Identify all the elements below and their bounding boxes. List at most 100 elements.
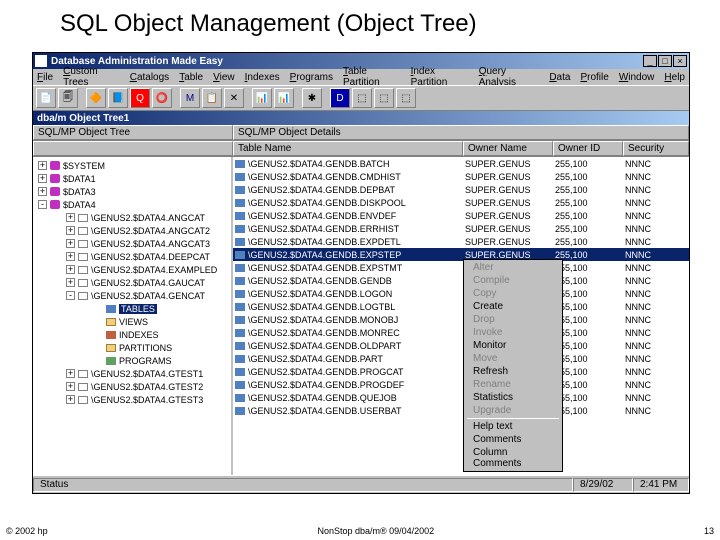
tree-node[interactable]: +\GENUS2.$DATA4.ANGCAT2 (33, 224, 231, 237)
table-row[interactable]: \GENUS2.$DATA4.GENDB.LOGTBL255,100NNNC (233, 300, 689, 313)
menu-help[interactable]: Help (664, 72, 685, 83)
table-row[interactable]: \GENUS2.$DATA4.GENDB.PROGDEF255,100NNNC (233, 378, 689, 391)
table-row[interactable]: \GENUS2.$DATA4.GENDB.QUEJOB255,100NNNC (233, 391, 689, 404)
table-row[interactable]: \GENUS2.$DATA4.GENDB.DEPBATSUPER.GENUS25… (233, 183, 689, 196)
tree-node[interactable]: +$SYSTEM (33, 159, 231, 172)
tree-node[interactable]: +\GENUS2.$DATA4.DEEPCAT (33, 250, 231, 263)
menu-item-refresh[interactable]: Refresh (465, 365, 561, 378)
tool-7[interactable]: M (180, 88, 200, 108)
tool-8[interactable]: 📋 (202, 88, 222, 108)
expand-icon[interactable]: + (66, 278, 75, 287)
expand-icon[interactable]: + (66, 239, 75, 248)
collapse-icon[interactable]: - (66, 291, 75, 300)
col-tablename[interactable]: Table Name (233, 141, 463, 156)
table-row[interactable]: \GENUS2.$DATA4.GENDB.ERRHISTSUPER.GENUS2… (233, 222, 689, 235)
expand-icon[interactable]: + (66, 382, 75, 391)
cell-id: 255,100 (553, 354, 623, 364)
menu-item-comments[interactable]: Comments (465, 433, 561, 446)
menu-table[interactable]: Table (179, 72, 203, 83)
tree-node[interactable]: +$DATA3 (33, 185, 231, 198)
tool-9[interactable]: ✕ (224, 88, 244, 108)
tree-node[interactable]: PROGRAMS (33, 354, 231, 367)
minimize-button[interactable]: _ (643, 55, 657, 67)
tool-1[interactable]: 📄 (36, 88, 56, 108)
tool-12[interactable]: ✱ (302, 88, 322, 108)
table-row[interactable]: \GENUS2.$DATA4.GENDB.OLDPART255,100NNNC (233, 339, 689, 352)
maximize-button[interactable]: □ (658, 55, 672, 67)
expand-icon[interactable]: + (66, 252, 75, 261)
table-row[interactable]: \GENUS2.$DATA4.GENDB.GENDB255,100NNNC (233, 274, 689, 287)
collapse-icon[interactable]: - (38, 200, 47, 209)
tool-14[interactable]: ⬚ (352, 88, 372, 108)
tool-13[interactable]: D (330, 88, 350, 108)
table-row[interactable]: \GENUS2.$DATA4.GENDB.BATCHSUPER.GENUS255… (233, 157, 689, 170)
menu-catalogs[interactable]: Catalogs (130, 72, 169, 83)
details-header[interactable]: SQL/MP Object Details (233, 125, 689, 140)
table-row[interactable]: \GENUS2.$DATA4.GENDB.LOGON255,100NNNC (233, 287, 689, 300)
menu-programs[interactable]: Programs (290, 72, 333, 83)
tool-15[interactable]: ⬚ (374, 88, 394, 108)
tree-node[interactable]: +\GENUS2.$DATA4.GAUCAT (33, 276, 231, 289)
menu-item-monitor[interactable]: Monitor (465, 339, 561, 352)
expand-icon[interactable]: + (66, 226, 75, 235)
tree-node[interactable]: +$DATA1 (33, 172, 231, 185)
tree-node[interactable]: +\GENUS2.$DATA4.GTEST2 (33, 380, 231, 393)
tree-node[interactable]: INDEXES (33, 328, 231, 341)
table-row[interactable]: \GENUS2.$DATA4.GENDB.USERBAT255,100NNNC (233, 404, 689, 417)
table-row[interactable]: \GENUS2.$DATA4.GENDB.MONREC255,100NNNC (233, 326, 689, 339)
details-pane[interactable]: \GENUS2.$DATA4.GENDB.BATCHSUPER.GENUS255… (233, 157, 689, 475)
expand-icon[interactable]: + (38, 161, 47, 170)
menu-profile[interactable]: Profile (580, 72, 608, 83)
child-titlebar[interactable]: dba/m Object Tree1 (33, 111, 689, 125)
col-security[interactable]: Security (623, 141, 689, 156)
context-menu[interactable]: AlterCompileCopyCreateDropInvokeMonitorM… (463, 259, 563, 472)
table-row[interactable]: \GENUS2.$DATA4.GENDB.DISKPOOLSUPER.GENUS… (233, 196, 689, 209)
tool-2[interactable]: 🗐 (58, 88, 78, 108)
tool-5[interactable]: Q (130, 88, 150, 108)
col-ownerid[interactable]: Owner ID (553, 141, 623, 156)
expand-icon[interactable]: + (38, 174, 47, 183)
tool-4[interactable]: 📘 (108, 88, 128, 108)
table-row[interactable]: \GENUS2.$DATA4.GENDB.EXPSTEPSUPER.GENUS2… (233, 248, 689, 261)
tool-10[interactable]: 📊 (252, 88, 272, 108)
tree-pane[interactable]: +$SYSTEM+$DATA1+$DATA3-$DATA4+\GENUS2.$D… (33, 157, 233, 475)
menu-data[interactable]: Data (549, 72, 570, 83)
table-row[interactable]: \GENUS2.$DATA4.GENDB.ENVDEFSUPER.GENUS25… (233, 209, 689, 222)
tool-6[interactable]: ⭕ (152, 88, 172, 108)
table-row[interactable]: \GENUS2.$DATA4.GENDB.EXPDETLSUPER.GENUS2… (233, 235, 689, 248)
expand-icon[interactable]: + (38, 187, 47, 196)
expand-icon[interactable]: + (66, 395, 75, 404)
table-row[interactable]: \GENUS2.$DATA4.GENDB.PROGCAT255,100NNNC (233, 365, 689, 378)
tree-node[interactable]: PARTITIONS (33, 341, 231, 354)
table-row[interactable]: \GENUS2.$DATA4.GENDB.EXPSTMT255,100NNNC (233, 261, 689, 274)
expand-icon[interactable]: + (66, 213, 75, 222)
col-ownername[interactable]: Owner Name (463, 141, 553, 156)
tool-16[interactable]: ⬚ (396, 88, 416, 108)
menu-item-column-comments[interactable]: Column Comments (465, 446, 561, 470)
tree-header[interactable]: SQL/MP Object Tree (33, 125, 233, 140)
table-row[interactable]: \GENUS2.$DATA4.GENDB.MONOBJ255,100NNNC (233, 313, 689, 326)
expand-icon[interactable]: + (66, 369, 75, 378)
menu-view[interactable]: View (213, 72, 235, 83)
tree-node[interactable]: +\GENUS2.$DATA4.ANGCAT (33, 211, 231, 224)
close-button[interactable]: × (673, 55, 687, 67)
tree-node[interactable]: +\GENUS2.$DATA4.GTEST3 (33, 393, 231, 406)
tree-node[interactable]: +\GENUS2.$DATA4.EXAMPLED (33, 263, 231, 276)
tree-node[interactable]: -\GENUS2.$DATA4.GENCAT (33, 289, 231, 302)
tool-11[interactable]: 📊 (274, 88, 294, 108)
menu-indexes[interactable]: Indexes (245, 72, 280, 83)
expand-icon[interactable]: + (66, 265, 75, 274)
menu-item-help-text[interactable]: Help text (465, 420, 561, 433)
tree-node[interactable]: -$DATA4 (33, 198, 231, 211)
tool-3[interactable]: 🔶 (86, 88, 106, 108)
table-row[interactable]: \GENUS2.$DATA4.GENDB.PART255,100NNNC (233, 352, 689, 365)
table-row[interactable]: \GENUS2.$DATA4.GENDB.CMDHISTSUPER.GENUS2… (233, 170, 689, 183)
tree-node[interactable]: +\GENUS2.$DATA4.ANGCAT3 (33, 237, 231, 250)
menu-window[interactable]: Window (619, 72, 655, 83)
menu-item-statistics[interactable]: Statistics (465, 391, 561, 404)
tree-node[interactable]: TABLES (33, 302, 231, 315)
menu-file[interactable]: File (37, 72, 53, 83)
tree-node[interactable]: VIEWS (33, 315, 231, 328)
tree-node[interactable]: +\GENUS2.$DATA4.GTEST1 (33, 367, 231, 380)
menu-item-create[interactable]: Create (465, 300, 561, 313)
